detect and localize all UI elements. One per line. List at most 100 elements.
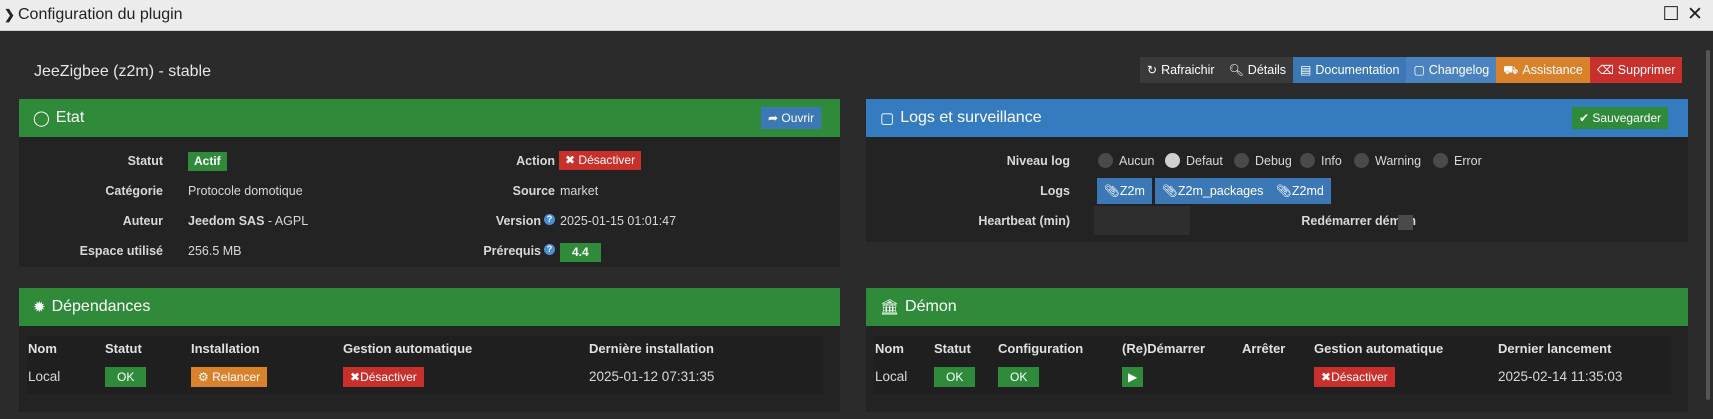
assistance-button[interactable]: ⛟ Assistance	[1496, 57, 1590, 83]
delete-button[interactable]: ⌫ Supprimer	[1589, 57, 1683, 83]
version-label: Version?	[399, 214, 555, 228]
level-defaut-radio[interactable]: Defaut	[1165, 153, 1223, 168]
prerequis-badge: 4.4	[560, 243, 601, 262]
auteur-name: Jeedom SAS	[188, 214, 265, 228]
dep-derniere: 2025-01-12 07:31:35	[589, 369, 715, 384]
level-aucun-radio[interactable]: Aucun	[1098, 153, 1154, 168]
prerequis-label: Prérequis?	[399, 244, 555, 258]
demon-disable-auto-button[interactable]: ✖Désactiver	[1314, 367, 1395, 387]
save-button[interactable]: ✔ Sauvegarder	[1572, 107, 1669, 129]
col-configuration: Configuration	[998, 341, 1084, 356]
check-circle-icon: ✔	[1579, 111, 1590, 125]
level-error-radio[interactable]: Error	[1433, 153, 1482, 168]
niveau-log-label: Niveau log	[1006, 154, 1070, 168]
plugin-toolbar: ↻ Rafraichir 🔍︎ Détails ▤ Documentation …	[1140, 57, 1683, 83]
scrollbar[interactable]	[1703, 32, 1713, 419]
close-icon[interactable]: ✕	[1684, 3, 1706, 27]
logs-label: Logs	[1040, 184, 1070, 198]
demon-dernier: 2025-02-14 11:35:03	[1498, 369, 1623, 384]
certificate-icon: ✹	[33, 299, 46, 316]
start-demon-button[interactable]: ▶	[1122, 367, 1144, 387]
etat-title: Etat	[55, 109, 85, 126]
auteur-value: Jeedom SAS - AGPL	[188, 214, 308, 228]
col-gestion: Gestion automatique	[343, 341, 473, 356]
level-info-radio[interactable]: Info	[1300, 153, 1342, 168]
heartbeat-label: Heartbeat (min)	[978, 214, 1070, 228]
documentation-button[interactable]: ▤ Documentation	[1293, 57, 1407, 83]
paperclip-icon: 📎︎	[1162, 184, 1178, 198]
col-dernier: Dernier lancement	[1498, 341, 1612, 356]
dep-disable-auto-button[interactable]: ✖Désactiver	[343, 367, 424, 387]
level-warning-radio[interactable]: Warning	[1354, 153, 1421, 168]
paperclip-icon: 📎︎	[1104, 184, 1120, 198]
auteur-label: Auteur	[122, 214, 163, 228]
dep-statut-badge: OK	[105, 367, 147, 387]
book-icon: ▤	[1300, 63, 1312, 77]
logs-header: ▢ Logs et surveillance ✔ Sauvegarder	[866, 99, 1688, 137]
share-icon: ➦	[768, 111, 779, 125]
restart-demon-checkbox[interactable]	[1398, 215, 1413, 230]
etat-panel: ◯ Etat ➦ Ouvrir Statut Actif Catégorie P…	[19, 99, 840, 267]
open-button[interactable]: ➦ Ouvrir	[761, 107, 822, 129]
source-label: Source	[512, 184, 555, 198]
action-label: Action	[516, 154, 555, 168]
maximize-icon[interactable]: ☐	[1660, 3, 1682, 27]
auteur-license: - AGPL	[264, 214, 309, 228]
help-icon[interactable]: ?	[544, 244, 555, 255]
refresh-button[interactable]: ↻ Rafraichir	[1140, 57, 1222, 83]
espace-value: 256.5 MB	[188, 244, 242, 258]
espace-label: Espace utilisé	[79, 244, 163, 258]
disable-plugin-button[interactable]: ✖ Désactiver	[559, 151, 642, 170]
times-icon: ✖	[565, 153, 576, 167]
dependances-title: Dépendances	[51, 298, 151, 315]
col-nom: Nom	[875, 341, 904, 356]
logs-panel: ▢ Logs et surveillance ✔ Sauvegarder Niv…	[866, 99, 1688, 242]
paperclip-icon: 📎︎	[1276, 184, 1292, 198]
statut-label: Statut	[127, 154, 163, 168]
details-button[interactable]: 🔍︎ Détails	[1221, 57, 1294, 83]
dependances-header: ✹ Dépendances	[19, 288, 840, 326]
table-row: Local OK OK ▶ ✖Désactiver 2025-02-14 11:…	[874, 364, 1670, 390]
etat-header: ◯ Etat ➦ Ouvrir	[19, 99, 840, 137]
demon-title: Démon	[905, 298, 957, 315]
circle-notch-icon: ◯	[33, 110, 50, 127]
categorie-label: Catégorie	[105, 184, 163, 198]
relancer-button[interactable]: ⚙ Relancer	[191, 367, 268, 387]
dependances-panel: ✹ Dépendances Nom Statut Installation Ge…	[19, 288, 840, 412]
heartbeat-input[interactable]	[1094, 206, 1190, 235]
table-header-row: Nom Statut Configuration (Re)Démarrer Ar…	[874, 336, 1670, 360]
version-value: 2025-01-15 01:01:47	[560, 214, 677, 228]
chevron-right-icon[interactable]: ❯	[4, 7, 15, 23]
log-z2md-button[interactable]: 📎︎Z2md	[1269, 178, 1331, 204]
demon-header: 🏛︎ Démon	[866, 288, 1688, 326]
demon-panel: 🏛︎ Démon Nom Statut Configuration (Re)Dé…	[866, 288, 1688, 412]
file-icon: ▢	[1413, 63, 1425, 77]
demon-table: Nom Statut Configuration (Re)Démarrer Ar…	[874, 336, 1670, 394]
col-gestion: Gestion automatique	[1314, 341, 1444, 356]
col-derniere: Dernière installation	[589, 341, 714, 356]
table-row: Local OK ⚙ Relancer ✖Désactiver 2025-01-…	[27, 364, 823, 390]
categorie-value: Protocole domotique	[188, 184, 303, 198]
log-z2m-button[interactable]: 📎︎Z2m	[1097, 178, 1152, 204]
file-icon: ▢	[880, 110, 895, 127]
level-debug-radio[interactable]: Debug	[1234, 153, 1292, 168]
col-statut: Statut	[934, 341, 971, 356]
log-z2m-packages-button[interactable]: 📎︎Z2m_packages	[1155, 178, 1271, 204]
changelog-button[interactable]: ▢ Changelog	[1406, 57, 1497, 83]
window-title: Configuration du plugin	[18, 6, 183, 23]
col-installation: Installation	[191, 341, 260, 356]
times-icon: ✖	[350, 370, 361, 384]
plugin-name: JeeZigbee (z2m) - stable	[34, 63, 211, 80]
table-header-row: Nom Statut Installation Gestion automati…	[27, 336, 823, 360]
demon-statut-badge: OK	[934, 367, 976, 387]
university-icon: 🏛︎	[880, 299, 900, 316]
search-icon: 🔍︎	[1228, 63, 1244, 77]
source-value: market	[560, 184, 599, 198]
logs-title: Logs et surveillance	[900, 109, 1042, 126]
demon-nom: Local	[875, 369, 908, 384]
help-icon[interactable]: ?	[544, 214, 555, 225]
dependances-table: Nom Statut Installation Gestion automati…	[27, 336, 823, 394]
times-icon: ✖	[1321, 370, 1332, 384]
dep-nom: Local	[28, 369, 61, 384]
window-titlebar: ❯ Configuration du plugin ☐ ✕	[0, 0, 1713, 31]
